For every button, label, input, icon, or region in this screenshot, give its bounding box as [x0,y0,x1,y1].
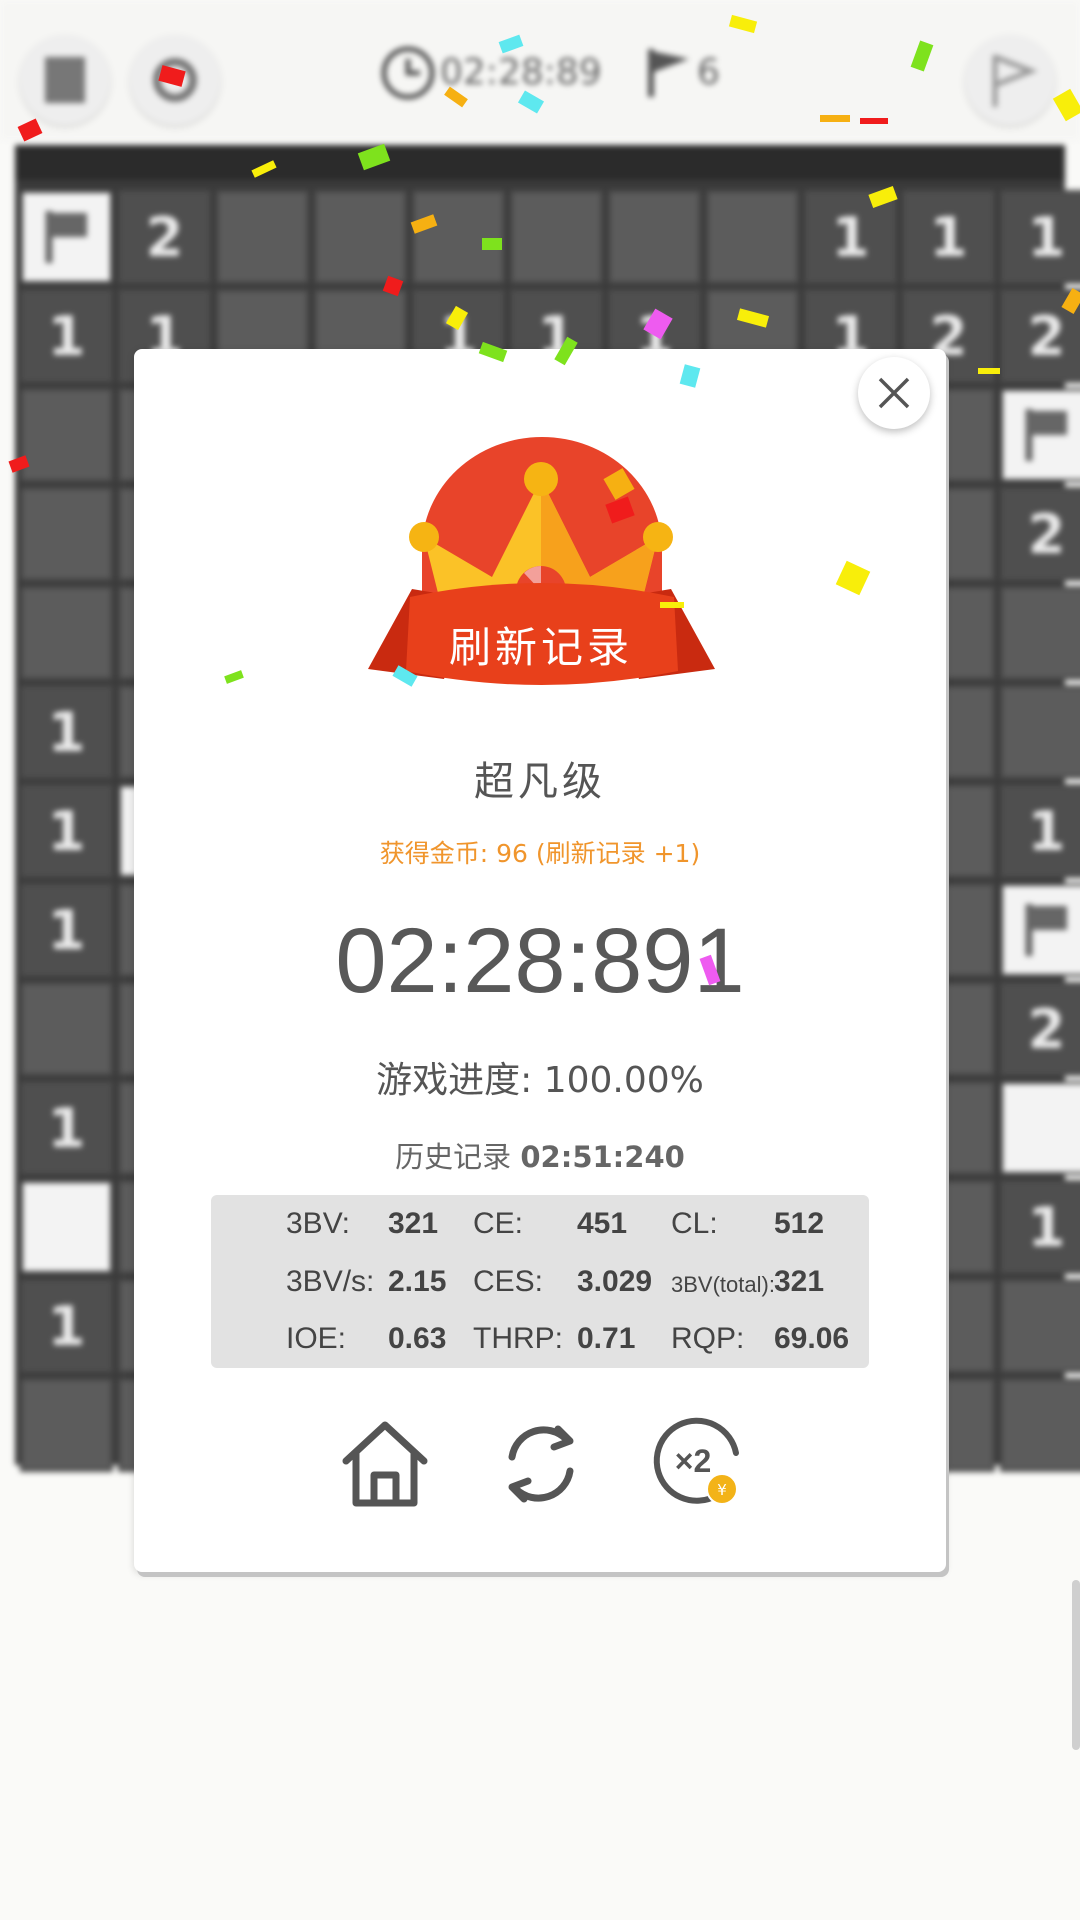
settings-button[interactable] [130,35,220,125]
history-value: 02:51:240 [520,1140,685,1174]
number-cell[interactable]: 1 [20,289,113,383]
hidden-cell[interactable] [1000,586,1080,680]
stat-value-cl: 512 [774,1207,825,1240]
coins-earned: 获得金币: 96 (刷新记录 +1) [379,839,701,868]
game-progress: 游戏进度: 100.00% [376,1060,704,1101]
settings-icon [153,58,197,102]
hidden-cell[interactable] [20,586,113,680]
number-cell[interactable]: 1 [1000,784,1080,878]
stat-value-3bv: 321 [388,1207,439,1240]
flag-icon [45,211,87,263]
stats-panel: 3BV: 321 CE: 451 CL: 512 3BV/s: 2.15 CES… [211,1195,869,1368]
hidden-cell[interactable] [216,190,309,284]
double-reward-icon: ×2 ¥ [653,1417,739,1505]
stat-value-3bvs: 2.15 [388,1265,447,1298]
new-record-banner: 刷新记录 [448,623,633,672]
hidden-cell[interactable] [20,388,113,482]
save-icon [45,57,85,103]
flagged-cell[interactable] [20,190,113,284]
board-header [15,145,1065,180]
stat-value-ioe: 0.63 [388,1322,447,1355]
flags-count: 6 [697,52,720,93]
stat-value-rqp: 69.06 [774,1322,850,1355]
number-cell[interactable]: 1 [1000,190,1080,284]
flag-icon [648,49,689,97]
home-button[interactable] [330,1409,440,1519]
stat-label-thrp: THRP: [473,1322,563,1355]
hidden-cell[interactable] [20,982,113,1076]
stat-value-3bv-total: 321 [774,1265,825,1298]
history-record: 历史记录 02:51:240 [134,1134,946,1176]
restart-icon [508,1425,574,1503]
hidden-cell[interactable] [608,190,701,284]
number-cell[interactable]: 2 [1000,289,1080,383]
stat-value-thrp: 0.71 [577,1322,636,1355]
number-cell[interactable]: 1 [804,190,897,284]
hidden-cell[interactable] [1000,1279,1080,1373]
history-label: 历史记录 [395,1140,521,1174]
close-icon [878,377,910,409]
new-record-dialog: 刷新记录 超凡级 获得金币: 96 (刷新记录 +1) 02:28:891 游戏… [134,349,946,1572]
number-cell[interactable]: 2 [118,190,211,284]
restart-button[interactable] [486,1409,596,1519]
final-time: 02:28:891 [335,910,745,1012]
highlighted-cell[interactable] [1000,1081,1080,1175]
hidden-cell[interactable] [20,487,113,581]
flagged-cell[interactable] [1000,883,1080,977]
number-cell[interactable]: 1 [20,685,113,779]
flagged-cell[interactable] [1000,388,1080,482]
hidden-cell[interactable] [1000,685,1080,779]
hidden-cell[interactable] [706,190,799,284]
double-label: ×2 [675,1443,711,1479]
top-bar: 02:28:89 6 [0,0,1080,140]
difficulty-level: 超凡级 [474,759,606,805]
number-cell[interactable]: 1 [20,1279,113,1373]
hidden-cell[interactable] [412,190,505,284]
scrollbar[interactable] [1072,1580,1080,1750]
stat-label-3bv: 3BV: [286,1207,350,1240]
stat-label-3bv-total: 3BV(total): [671,1272,775,1297]
stat-label-rqp: RQP: [671,1322,745,1355]
clock-icon [381,46,435,100]
flag-outline-icon [992,54,1038,107]
number-cell[interactable]: 2 [1000,982,1080,1076]
number-cell[interactable]: 2 [1000,487,1080,581]
number-cell[interactable]: 1 [20,1081,113,1175]
stat-label-cl: CL: [671,1207,718,1240]
flag-icon [1025,409,1067,461]
number-cell[interactable]: 1 [1000,1180,1080,1274]
double-reward-button[interactable]: ×2 ¥ [644,1409,754,1519]
hidden-cell[interactable] [510,190,603,284]
stat-label-ce: CE: [473,1207,524,1240]
stat-label-3bvs: 3BV/s: [286,1265,375,1298]
stat-value-ces: 3.029 [577,1265,653,1298]
hidden-cell[interactable] [1000,1378,1080,1472]
hidden-cell[interactable] [314,190,407,284]
stat-label-ces: CES: [473,1265,544,1298]
coin-icon: ¥ [717,1481,727,1499]
number-cell[interactable]: 1 [20,784,113,878]
highlighted-cell[interactable] [20,1180,113,1274]
flag-icon [1025,904,1067,956]
stat-label-ioe: IOE: [286,1322,347,1355]
number-cell[interactable]: 1 [902,190,995,284]
close-button[interactable] [858,357,930,429]
stat-value-ce: 451 [577,1207,628,1240]
flag-mode-button[interactable] [965,35,1055,125]
timer-readout: 02:28:89 [440,52,602,93]
number-cell[interactable]: 1 [20,883,113,977]
save-button[interactable] [20,35,110,125]
home-icon [342,1421,428,1507]
hidden-cell[interactable] [20,1378,113,1472]
